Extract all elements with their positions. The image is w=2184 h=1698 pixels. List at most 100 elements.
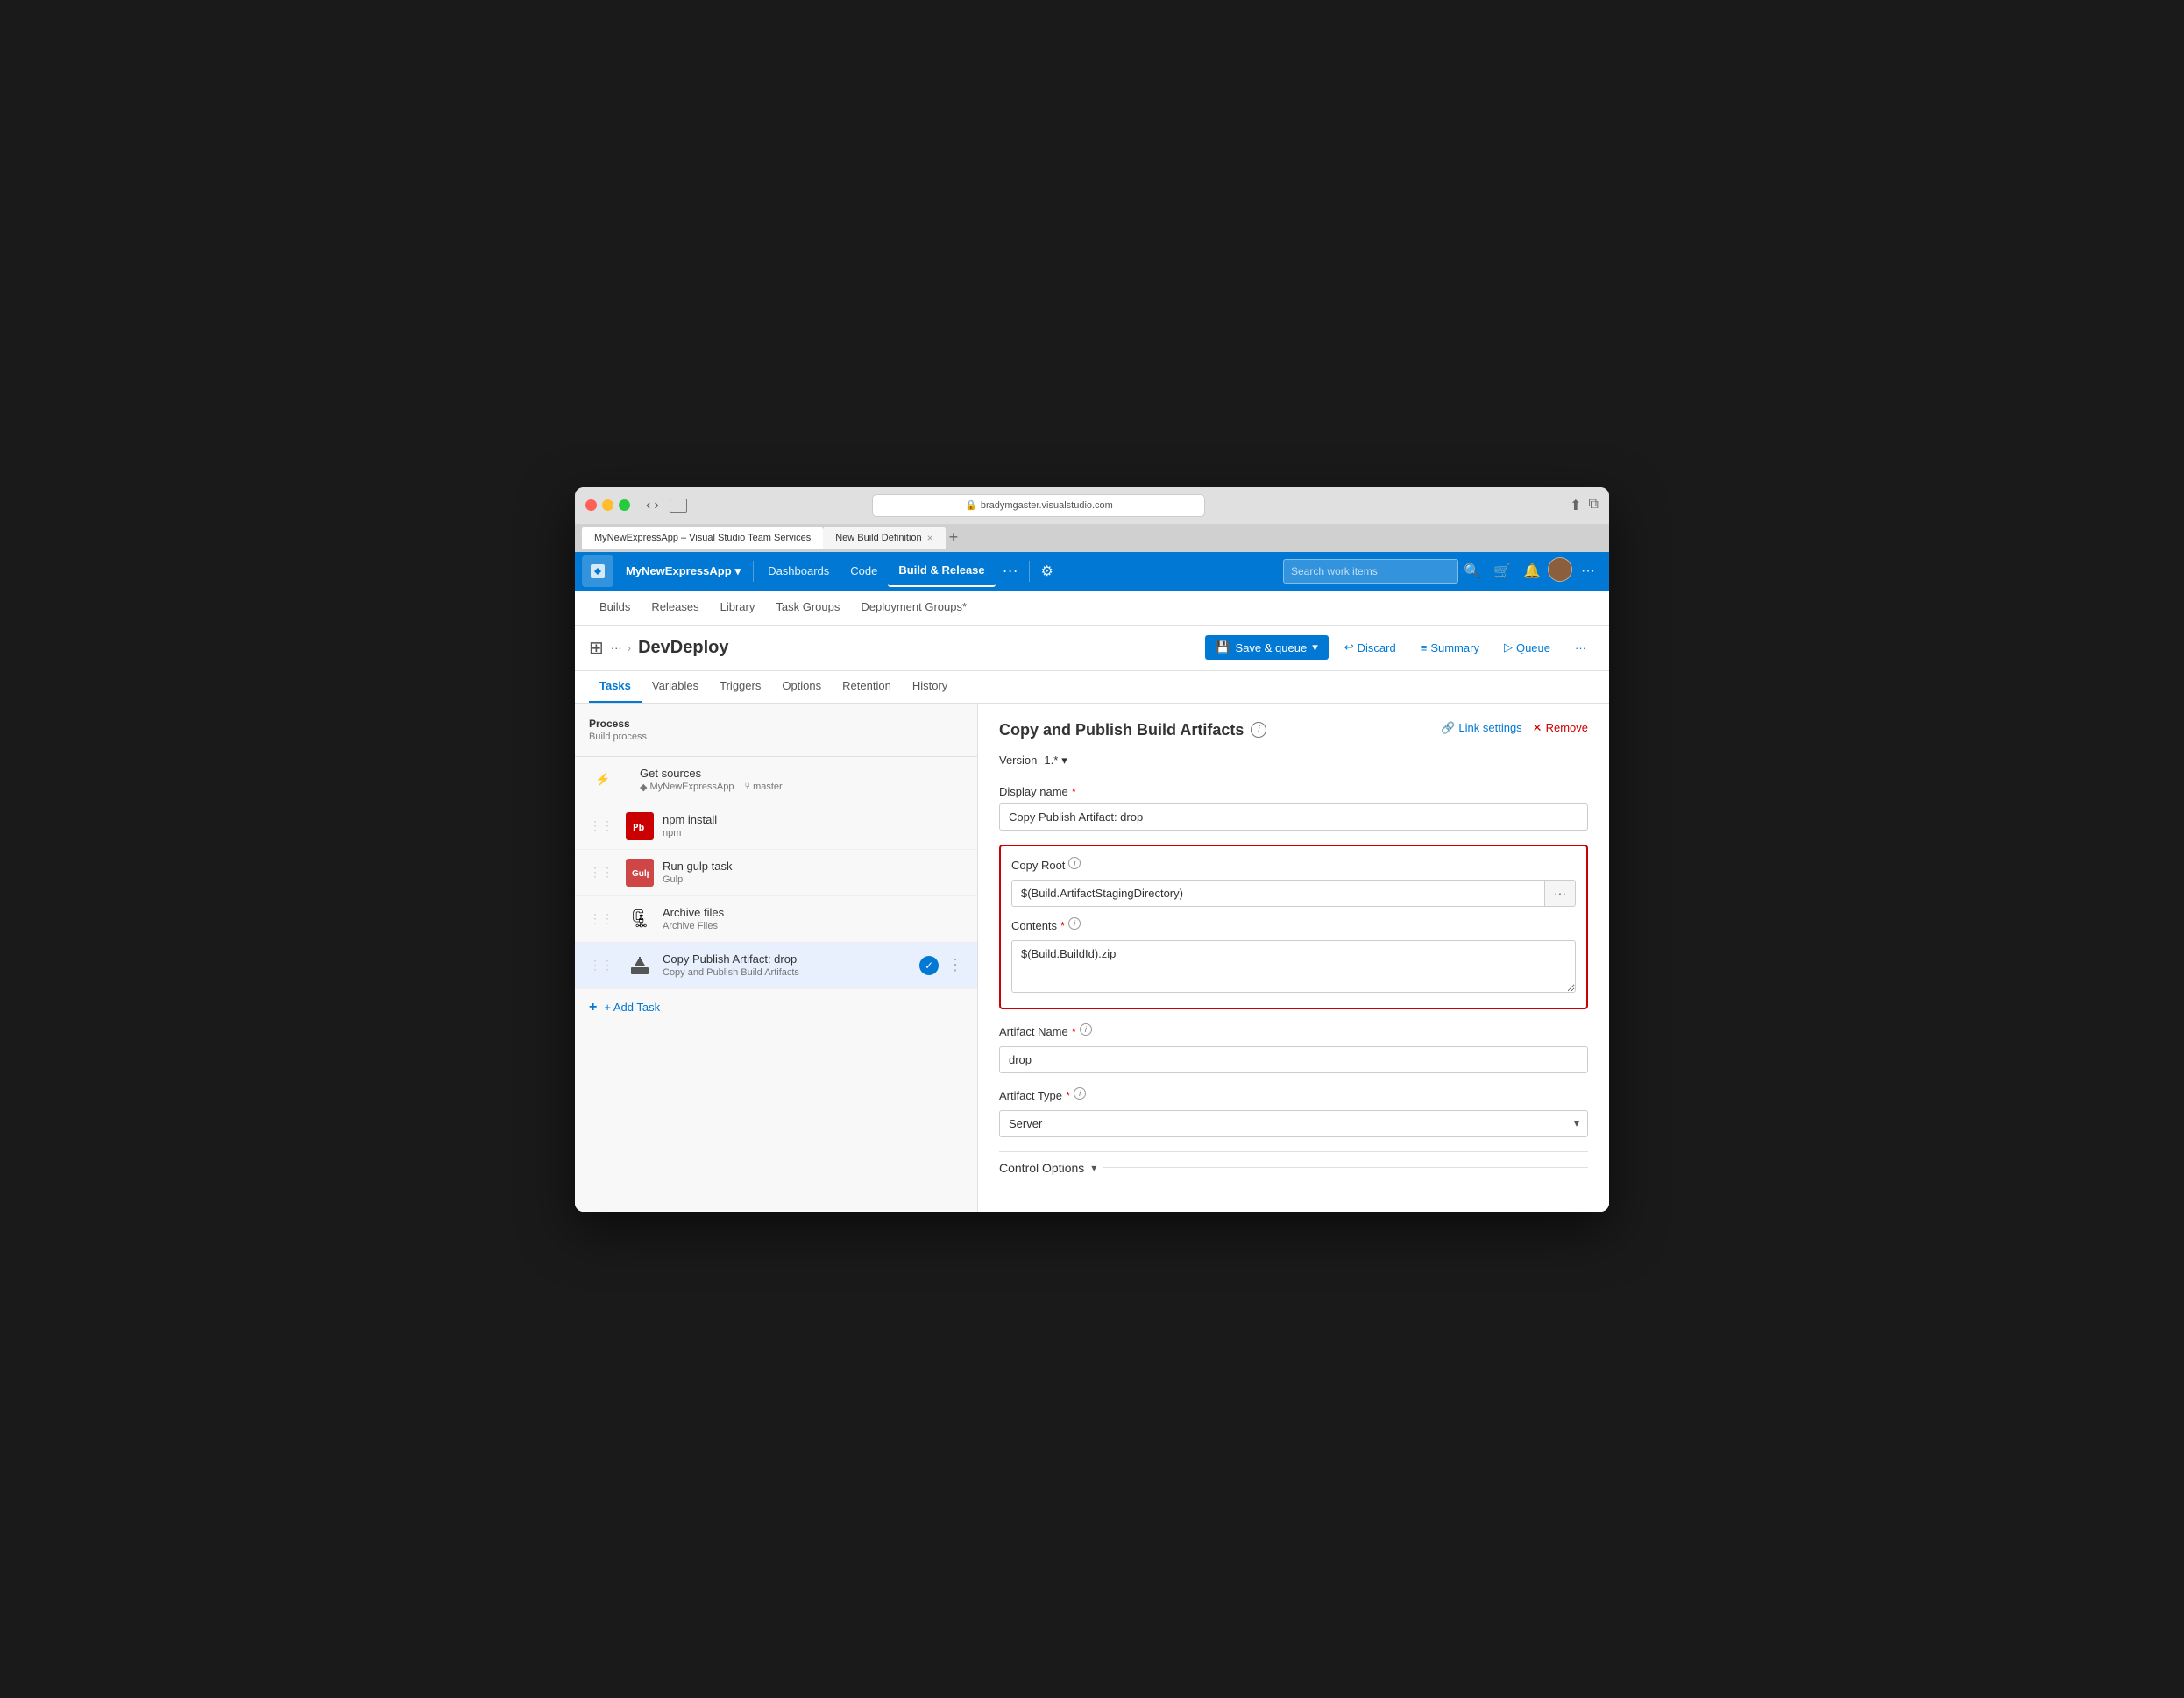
artifact-type-select[interactable]: Server FilePath xyxy=(999,1110,1588,1137)
def-title[interactable]: DevDeploy xyxy=(638,638,728,658)
nav-more[interactable]: ··· xyxy=(996,558,1025,584)
tab-switcher[interactable] xyxy=(670,499,687,513)
title-info-icon[interactable]: i xyxy=(1251,722,1266,738)
tab-tasks[interactable]: Tasks xyxy=(589,671,642,703)
display-name-required: * xyxy=(1072,785,1076,798)
search-icon[interactable]: 🔍 xyxy=(1458,557,1486,585)
org-selector[interactable]: MyNewExpressApp ▾ xyxy=(617,561,749,582)
artifact-name-input[interactable] xyxy=(999,1046,1588,1073)
url-text: bradymgaster.visualstudio.com xyxy=(981,500,1113,511)
link-settings-label: Link settings xyxy=(1458,721,1521,734)
tab-variables[interactable]: Variables xyxy=(642,671,709,703)
tab-2-close[interactable]: × xyxy=(927,532,933,544)
subnav-deployment-groups[interactable]: Deployment Groups* xyxy=(850,590,977,625)
detail-title: Copy and Publish Build Artifacts i xyxy=(999,721,1266,739)
tab-options[interactable]: Options xyxy=(771,671,832,703)
sources-meta: ◆ MyNewExpressApp ⑂ master xyxy=(640,782,963,793)
task-archive[interactable]: ⋮⋮ 🗜 Archive files Archive Files xyxy=(575,896,977,943)
version-select[interactable]: 1.* ▾ xyxy=(1044,753,1067,768)
more-icon[interactable]: ··· xyxy=(1574,557,1602,585)
drag-handle-gulp: ⋮⋮ xyxy=(589,865,613,880)
copy-root-info-icon[interactable]: i xyxy=(1068,857,1081,869)
display-name-label-text: Display name xyxy=(999,785,1068,798)
forward-button[interactable]: › xyxy=(654,498,658,513)
process-sub: Build process xyxy=(589,732,963,742)
tab-1-label: MyNewExpressApp – Visual Studio Team Ser… xyxy=(594,533,811,543)
link-settings-button[interactable]: 🔗 Link settings xyxy=(1441,721,1521,735)
task-info-archive: Archive files Archive Files xyxy=(663,906,963,931)
task-more-publish[interactable]: ⋮ xyxy=(947,956,963,974)
subnav-task-groups[interactable]: Task Groups xyxy=(765,590,850,625)
discard-icon: ↩ xyxy=(1344,640,1354,654)
subnav-releases[interactable]: Releases xyxy=(641,590,709,625)
sources-app: ◆ MyNewExpressApp xyxy=(640,782,734,793)
nav-dashboards[interactable]: Dashboards xyxy=(757,555,840,587)
tab-1[interactable]: MyNewExpressApp – Visual Studio Team Ser… xyxy=(582,527,823,549)
artifact-type-label-text: Artifact Type xyxy=(999,1089,1062,1102)
queue-button[interactable]: ▷ Queue xyxy=(1495,635,1559,660)
task-sidebar: Process Build process ⚡ Get sources ◆ My… xyxy=(575,704,978,1212)
back-button[interactable]: ‹ xyxy=(646,498,650,513)
task-name-npm: npm install xyxy=(663,813,963,826)
control-options-row[interactable]: Control Options ▾ xyxy=(999,1151,1588,1184)
copy-root-dots-button[interactable]: ··· xyxy=(1544,880,1576,907)
task-check-publish: ✓ xyxy=(919,956,939,975)
nav-separator xyxy=(753,561,754,582)
settings-icon[interactable]: ⚙ xyxy=(1033,557,1061,585)
subnav-builds[interactable]: Builds xyxy=(589,590,641,625)
window-icon[interactable]: ⧉ xyxy=(1589,497,1599,514)
new-tab-button[interactable]: + xyxy=(949,528,959,547)
plus-icon: + xyxy=(589,1000,597,1015)
sources-app-name: MyNewExpressApp xyxy=(649,782,734,792)
summary-button[interactable]: ≡ Summary xyxy=(1412,636,1488,660)
tab-retention[interactable]: Retention xyxy=(832,671,902,703)
close-button[interactable] xyxy=(585,499,597,511)
bell-icon[interactable]: 🔔 xyxy=(1518,557,1546,585)
nav-build-release[interactable]: Build & Release xyxy=(888,555,995,587)
nav-icons: 🔍 🛒 🔔 ··· xyxy=(1458,557,1602,585)
copy-root-input[interactable] xyxy=(1011,880,1544,907)
nav-code[interactable]: Code xyxy=(840,555,888,587)
share-icon[interactable]: ⬆ xyxy=(1570,497,1581,514)
breadcrumb-chevron: › xyxy=(628,641,631,654)
remove-button[interactable]: ✕ Remove xyxy=(1533,721,1588,735)
artifact-type-info-icon[interactable]: i xyxy=(1074,1087,1086,1100)
user-avatar[interactable] xyxy=(1548,557,1572,582)
control-options-chevron: ▾ xyxy=(1091,1162,1096,1174)
maximize-button[interactable] xyxy=(619,499,630,511)
task-name-publish: Copy Publish Artifact: drop xyxy=(663,952,911,966)
svg-text:Pb: Pb xyxy=(633,822,645,833)
task-npm[interactable]: ⋮⋮ Pb npm install npm xyxy=(575,803,977,850)
contents-info-icon[interactable]: i xyxy=(1068,917,1081,930)
discard-label: Discard xyxy=(1358,641,1396,654)
nav-back-forward: ‹ › xyxy=(646,498,659,513)
basket-icon[interactable]: 🛒 xyxy=(1488,557,1516,585)
task-get-sources[interactable]: ⚡ Get sources ◆ MyNewExpressApp ⑂ master xyxy=(575,757,977,803)
task-gulp[interactable]: ⋮⋮ Gulp Run gulp task Gulp xyxy=(575,850,977,896)
address-bar[interactable]: 🔒 bradymgaster.visualstudio.com xyxy=(872,494,1205,517)
display-name-label: Display name * xyxy=(999,785,1588,798)
search-bar[interactable]: Search work items xyxy=(1283,559,1458,584)
tab-history[interactable]: History xyxy=(902,671,958,703)
artifact-type-field: Artifact Type * i Server FilePath ▾ xyxy=(999,1087,1588,1137)
version-label: Version xyxy=(999,753,1037,767)
task-publish[interactable]: ⋮⋮ Copy Publish Artifact: drop Copy and … xyxy=(575,943,977,989)
discard-button[interactable]: ↩ Discard xyxy=(1336,635,1405,660)
task-name-sources: Get sources xyxy=(640,767,963,780)
minimize-button[interactable] xyxy=(602,499,613,511)
definition-header: ⊞ ··· › DevDeploy 💾 Save & queue ▾ ↩ Dis… xyxy=(575,626,1609,671)
queue-icon: ▷ xyxy=(1504,640,1513,654)
detail-title-text: Copy and Publish Build Artifacts xyxy=(999,721,1244,739)
display-name-input[interactable] xyxy=(999,803,1588,831)
app-nav: MyNewExpressApp ▾ Dashboards Code Build … xyxy=(575,552,1609,591)
contents-textarea[interactable]: $(Build.BuildId).zip xyxy=(1011,940,1576,993)
save-queue-button[interactable]: 💾 Save & queue ▾ xyxy=(1205,635,1328,660)
breadcrumb-dots[interactable]: ··· xyxy=(611,641,622,654)
tab-2[interactable]: New Build Definition × xyxy=(823,527,945,549)
diamond-icon: ◆ xyxy=(640,782,647,793)
more-actions-button[interactable]: ··· xyxy=(1566,636,1595,660)
artifact-name-info-icon[interactable]: i xyxy=(1080,1023,1092,1036)
add-task-button[interactable]: + + Add Task xyxy=(575,989,977,1026)
tab-triggers[interactable]: Triggers xyxy=(709,671,771,703)
subnav-library[interactable]: Library xyxy=(710,590,766,625)
